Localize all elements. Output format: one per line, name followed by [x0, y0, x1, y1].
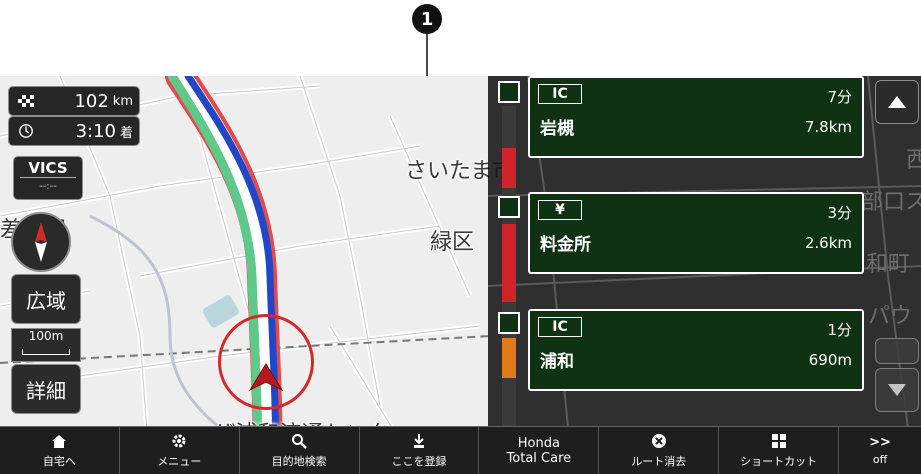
shortcut-label: ショートカット — [740, 455, 818, 468]
map-label-midori: 緑区 — [430, 230, 475, 255]
facility-name: 浦和 — [540, 352, 574, 372]
vics-status: --:-- — [39, 181, 57, 192]
route-clear-button[interactable]: ルート消去 — [599, 427, 720, 474]
guidance-card-iwatsuki[interactable]: IC 岩槻 7分 7.8km — [528, 76, 864, 158]
home-icon — [52, 434, 67, 448]
facility-marker-1 — [498, 81, 520, 103]
scroll-bar-thumb[interactable] — [875, 338, 919, 364]
home-label: 自宅へ — [42, 455, 76, 468]
search-icon — [292, 434, 308, 449]
scroll-down-button[interactable] — [875, 368, 919, 412]
menu-button[interactable]: メニュー — [120, 427, 240, 474]
facility-type-badge: IC — [538, 317, 582, 337]
facility-time: 7分 — [827, 88, 852, 106]
facility-distance: 690m — [808, 351, 852, 369]
navigation-screen: さいたま市 緑区 差閲図 ーザ浦和流通センター 102 km 3:10 着 VI… — [0, 76, 921, 474]
scale-bar — [22, 349, 70, 355]
arrow-down-icon — [888, 384, 906, 396]
remaining-distance: 102 km — [8, 86, 140, 116]
goal-flag-icon — [18, 95, 34, 107]
scroll-up-button[interactable] — [875, 80, 919, 124]
arrival-value: 3:10 — [75, 120, 116, 142]
panel-map-label-4: パウ — [868, 304, 913, 329]
register-here-label: ここを登録 — [391, 455, 447, 468]
destination-search-button[interactable]: 目的地検索 — [240, 427, 360, 474]
facility-time: 3分 — [827, 204, 852, 222]
facility-distance: 2.6km — [804, 234, 852, 252]
off-symbol: >> — [869, 435, 891, 450]
shortcut-button[interactable]: ショートカット — [719, 427, 840, 474]
destination-search-label: 目的地検索 — [271, 455, 327, 468]
map-scale: 100m — [11, 328, 81, 362]
panel-map-label-1: 西 — [906, 148, 921, 173]
compass-icon — [35, 222, 47, 262]
distance-unit: km — [112, 93, 133, 109]
arrival-unit: 着 — [119, 125, 133, 141]
clock-icon — [19, 124, 33, 138]
honda-label-line2: Total Care — [506, 450, 572, 466]
facility-type-badge: IC — [538, 84, 582, 104]
honda-label-line1: Honda — [517, 435, 560, 451]
facility-marker-2 — [498, 196, 520, 218]
panel-map-label-2: 部口スポ — [861, 190, 921, 215]
facility-time: 1分 — [827, 321, 852, 339]
detail-button[interactable]: 詳細 — [11, 364, 81, 414]
honda-total-care-button[interactable]: Honda Total Care — [479, 427, 600, 474]
home-button[interactable]: 自宅へ — [0, 427, 120, 474]
scale-label: 100m — [28, 329, 64, 343]
vics-button[interactable]: VICS --:-- — [13, 156, 83, 200]
gear-icon — [172, 434, 186, 448]
facility-type-badge: ¥ — [538, 200, 582, 220]
wide-area-button[interactable]: 広域 — [11, 274, 81, 324]
compass-button[interactable] — [11, 212, 71, 272]
off-label: off — [872, 453, 888, 466]
distance-value: 102 — [74, 90, 109, 112]
route-clear-label: ルート消去 — [631, 455, 687, 468]
grid-icon — [771, 434, 786, 448]
vics-title: VICS — [20, 159, 76, 178]
register-here-button[interactable]: ここを登録 — [360, 427, 480, 474]
menu-label: メニュー — [157, 455, 202, 468]
bottom-toolbar: 自宅へ メニュー 目的地検索 ここを登録 Honda Total Care ルー… — [0, 426, 921, 474]
arrow-up-icon — [888, 96, 906, 108]
pin-register-icon — [414, 434, 424, 448]
facility-distance: 7.8km — [804, 118, 852, 136]
guidance-card-urawa[interactable]: IC 浦和 1分 690m — [528, 309, 864, 391]
panel-map-label-3: 和町 — [866, 252, 911, 277]
display-off-button[interactable]: >> off — [839, 427, 921, 474]
facility-marker-3 — [498, 312, 520, 334]
guidance-card-tollgate[interactable]: ¥ 料金所 3分 2.6km — [528, 192, 864, 274]
facility-name: 岩槻 — [540, 119, 574, 139]
facility-name: 料金所 — [540, 235, 591, 255]
arrival-time: 3:10 着 — [8, 116, 140, 146]
vehicle-position-highlight — [218, 314, 314, 410]
close-circle-icon — [651, 434, 666, 448]
